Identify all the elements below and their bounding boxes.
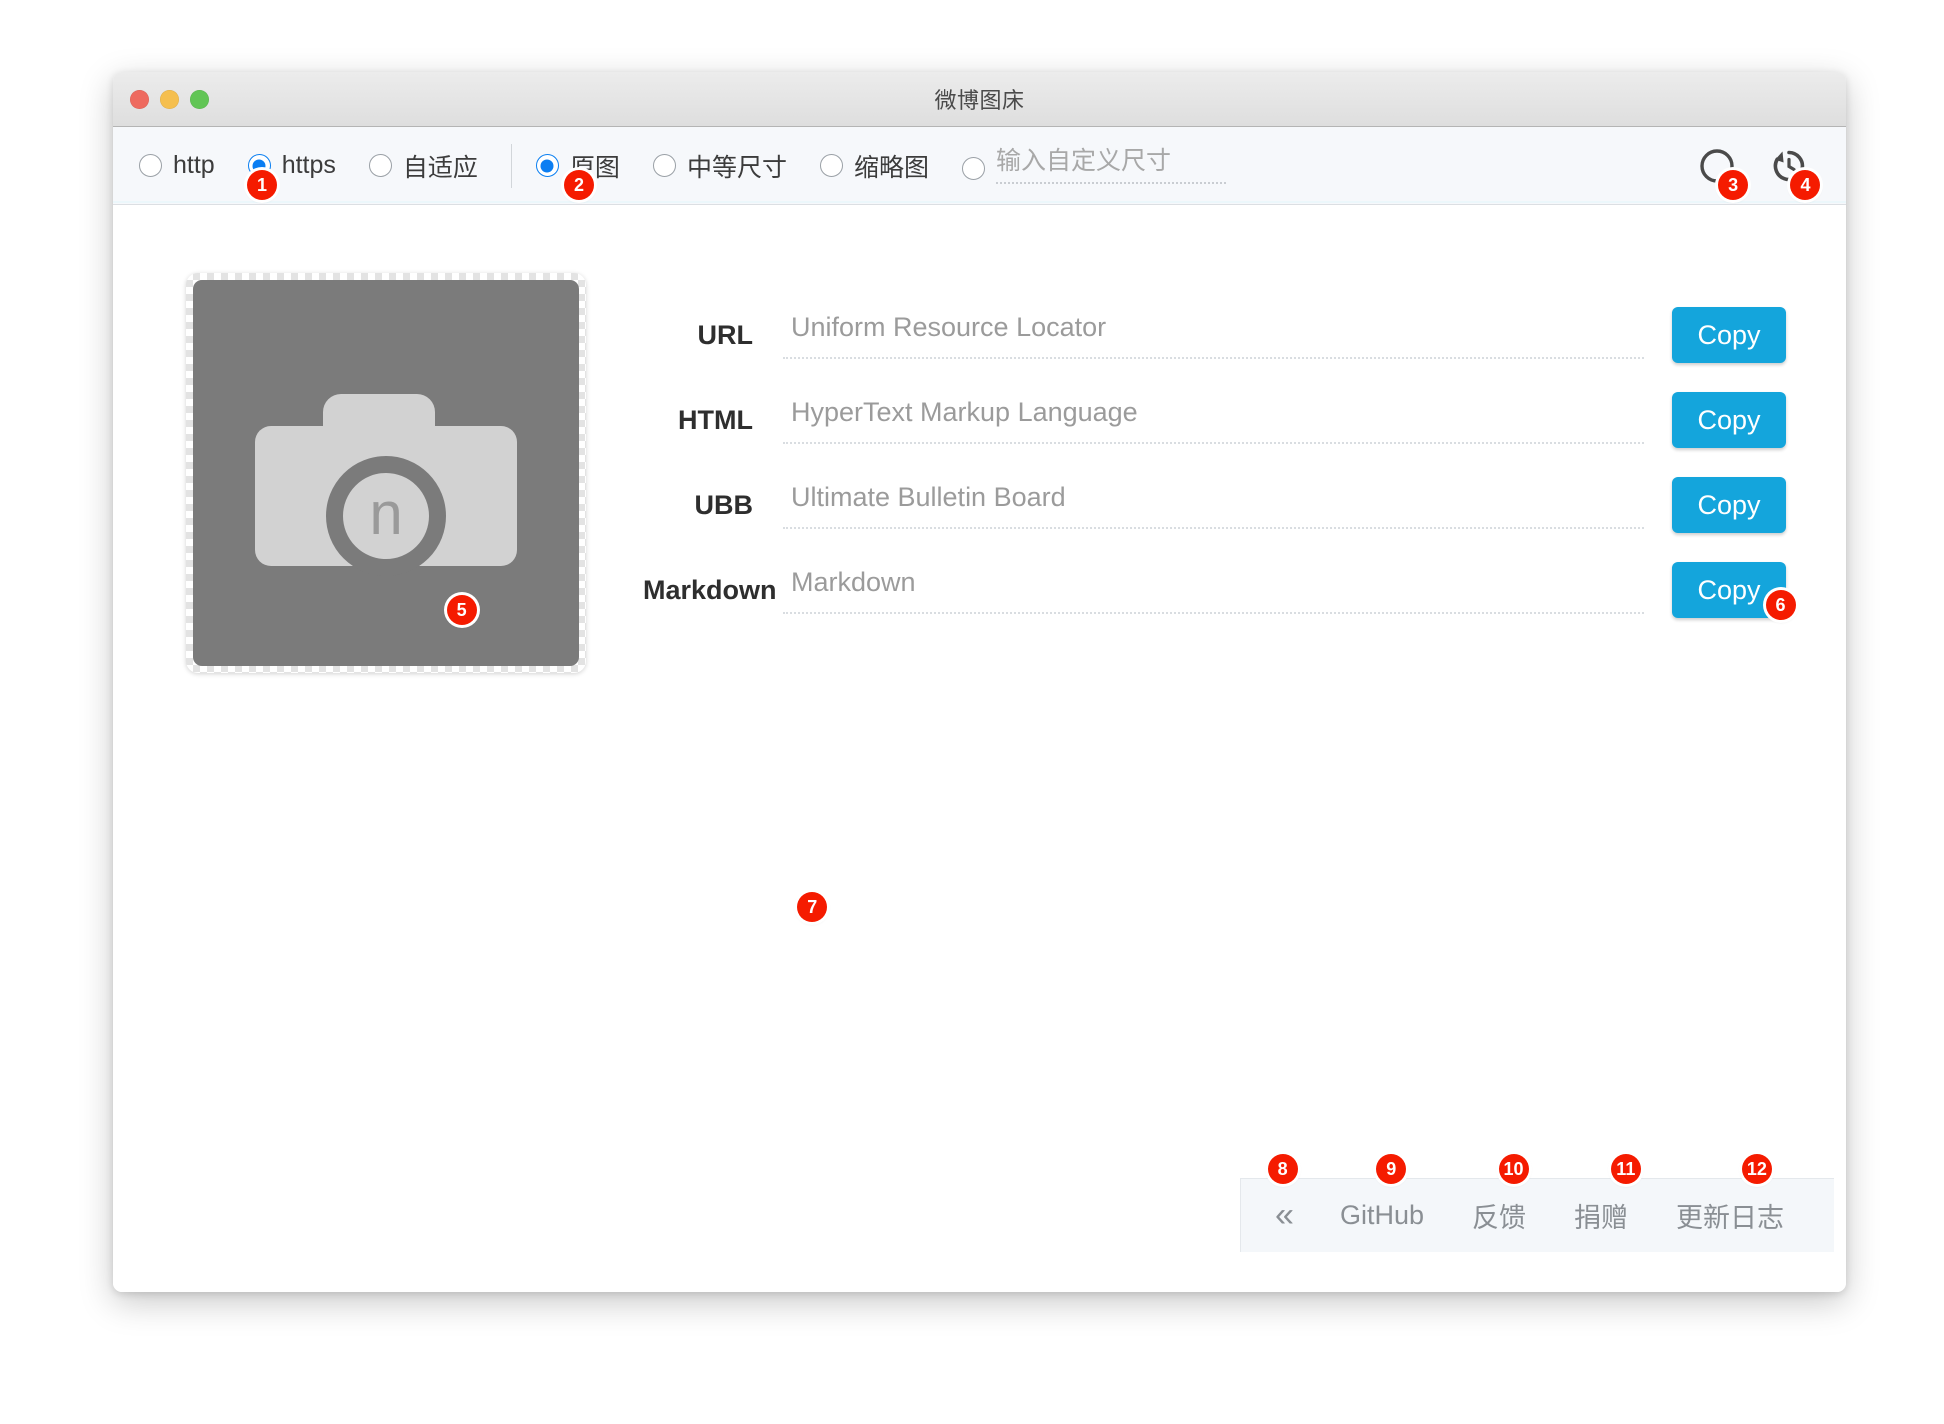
annotation-badge-1: 1 [247,170,277,200]
radio-label-https: https [282,151,336,180]
feedback-link[interactable]: 反馈 [1448,1196,1550,1235]
image-thumbnail[interactable]: n [193,280,579,666]
radio-adaptive[interactable]: 自适应 [369,148,478,184]
radio-label-medium-size: 中等尺寸 [687,148,787,184]
radio-dot-icon [139,154,162,177]
radio-dot-icon [653,154,676,177]
radio-dot-icon [962,157,985,180]
html-input[interactable] [783,397,1644,444]
annotation-badge-2: 2 [564,170,594,200]
radio-http[interactable]: http [139,151,215,180]
annotation-badge-8: 8 [1268,1154,1298,1184]
options-toolbar: http https 自适应 原图 中等尺寸 缩略图 [113,127,1846,205]
radio-label-http: http [173,151,215,180]
content-area: n URL Copy HTML Copy UBB Copy [113,205,1846,1292]
bottom-link-bar: « GitHub 反馈 捐赠 更新日志 [1240,1178,1834,1252]
field-label-markdown: Markdown [643,575,783,606]
copy-html-button[interactable]: Copy [1672,392,1786,448]
radio-label-adaptive: 自适应 [403,148,478,184]
annotation-badge-4: 4 [1790,170,1820,200]
copy-ubb-button[interactable]: Copy [1672,477,1786,533]
camera-lens: n [326,456,446,576]
window-title: 微博图床 [113,83,1846,115]
radio-medium-size[interactable]: 中等尺寸 [653,148,787,184]
custom-size-input[interactable] [996,147,1226,184]
image-dropzone[interactable]: n [186,273,586,673]
size-radio-group: 原图 中等尺寸 缩略图 [536,147,1226,184]
radio-dot-icon [536,154,559,177]
copy-url-button[interactable]: Copy [1672,307,1786,363]
url-input[interactable] [783,312,1644,359]
toolbar-divider [511,144,512,188]
ubb-input[interactable] [783,482,1644,529]
annotation-badge-10: 10 [1499,1154,1529,1184]
annotation-badge-5: 5 [447,595,477,625]
radio-thumbnail[interactable]: 缩略图 [820,148,929,184]
camera-icon: n [255,394,517,566]
field-label-html: HTML [643,405,783,436]
form-row-ubb: UBB Copy [643,471,1786,539]
markdown-input[interactable] [783,567,1644,614]
title-bar: 微博图床 [113,72,1846,127]
github-link[interactable]: GitHub [1316,1200,1448,1231]
form-row-markdown: Markdown Copy [643,556,1786,624]
radio-dot-icon [820,154,843,177]
radio-label-thumbnail: 缩略图 [854,148,929,184]
camera-lens-letter: n [369,484,402,544]
link-format-form: URL Copy HTML Copy UBB Copy Markdown Cop… [643,301,1786,641]
annotation-badge-11: 11 [1611,1154,1641,1184]
field-label-url: URL [643,320,783,351]
changelog-link[interactable]: 更新日志 [1652,1196,1808,1235]
protocol-radio-group: http https 自适应 [139,148,511,184]
form-row-url: URL Copy [643,301,1786,369]
radio-custom-size[interactable] [962,147,1226,184]
form-row-html: HTML Copy [643,386,1786,454]
annotation-badge-12: 12 [1742,1154,1772,1184]
annotation-badge-6: 6 [1766,590,1796,620]
field-label-ubb: UBB [643,490,783,521]
donate-link[interactable]: 捐赠 [1550,1196,1652,1235]
radio-dot-icon [369,154,392,177]
annotation-badge-3: 3 [1718,170,1748,200]
app-window: 微博图床 http https 自适应 原图 [113,72,1846,1292]
collapse-chevron-icon[interactable]: « [1267,1196,1316,1235]
